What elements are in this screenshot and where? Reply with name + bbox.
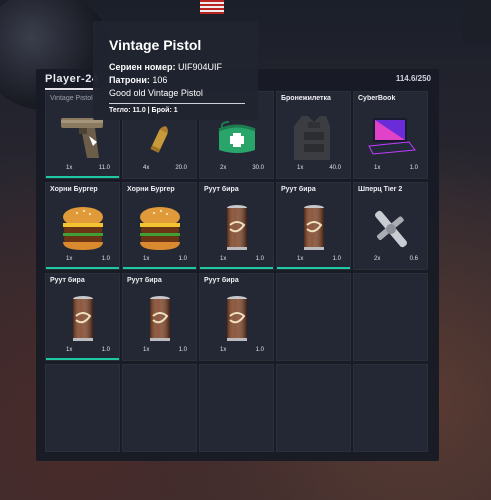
slot-item-name: Бронежилетка: [281, 95, 331, 102]
background-figure: [462, 0, 491, 44]
background-flag: [200, 0, 224, 14]
slot-item-name: Руут бира: [204, 186, 239, 193]
slot-count: 1x: [374, 165, 381, 171]
slot-weight: 40.0: [329, 165, 341, 171]
slot-weight: 11.0: [98, 165, 110, 171]
slot-durability-bar: [46, 358, 119, 360]
slot-item-name: Руут бира: [50, 277, 85, 284]
slot-count: 1x: [66, 165, 73, 171]
inventory-slot[interactable]: Шперц Tier 2 2x 0.6: [353, 182, 428, 270]
item-tooltip: Vintage Pistol Сериен номер: UIF904UIF П…: [93, 21, 258, 120]
empty-inventory-slot[interactable]: [45, 364, 120, 452]
tooltip-ammo-value: 106: [152, 75, 168, 85]
inventory-slot[interactable]: CyberBook 1x 1.0: [353, 91, 428, 179]
tooltip-ammo: Патрони: 106: [109, 74, 222, 87]
slot-count: 1x: [143, 347, 150, 353]
inventory-slot[interactable]: Хорни Бургер 1x 1.0: [45, 182, 120, 270]
tooltip-title: Vintage Pistol: [109, 37, 202, 53]
slot-count: 2x: [374, 256, 381, 262]
slot-durability-bar: [123, 267, 196, 269]
slot-durability-bar: [46, 176, 119, 178]
burger-icon: [134, 203, 186, 255]
tooltip-serial-label: Сериен номер:: [109, 62, 176, 72]
tooltip-serial-value: UIF904UIF: [177, 62, 222, 72]
empty-inventory-slot[interactable]: [353, 273, 428, 361]
slot-item-name: Руут бира: [281, 186, 316, 193]
slot-weight: 30.0: [252, 165, 264, 171]
can-icon: [134, 294, 186, 346]
tooltip-serial: Сериен номер: UIF904UIF: [109, 61, 222, 74]
slot-weight: 20.0: [175, 165, 187, 171]
tooltip-divider: [109, 103, 245, 104]
slot-weight: 1.0: [101, 256, 110, 262]
inventory-slot[interactable]: Руут бира 1x 1.0: [276, 182, 351, 270]
slot-item-name: Руут бира: [204, 277, 239, 284]
burger-icon: [57, 203, 109, 255]
slot-weight: 0.6: [409, 256, 418, 262]
can-icon: [211, 203, 263, 255]
inventory-grid: Vintage Pistol 1x 11.0 4x 20.0 2x 30.0 Бронежил…: [45, 91, 432, 452]
can-icon: [211, 294, 263, 346]
slot-item-name: CyberBook: [358, 95, 396, 102]
empty-inventory-slot[interactable]: [276, 273, 351, 361]
slot-weight: 1.0: [101, 347, 110, 353]
inventory-slot[interactable]: Руут бира 1x 1.0: [199, 273, 274, 361]
slot-durability-bar: [200, 267, 273, 269]
empty-inventory-slot[interactable]: [353, 364, 428, 452]
slot-durability-bar: [277, 267, 350, 269]
tooltip-description: Good old Vintage Pistol: [109, 88, 203, 98]
inventory-slot[interactable]: Руут бира 1x 1.0: [199, 182, 274, 270]
slot-count: 1x: [220, 347, 227, 353]
slot-count: 4x: [143, 165, 150, 171]
slot-count: 1x: [66, 256, 73, 262]
laptop-icon: [365, 112, 417, 164]
slot-weight: 1.0: [255, 347, 264, 353]
inventory-slot[interactable]: Руут бира 1x 1.0: [122, 273, 197, 361]
can-icon: [288, 203, 340, 255]
inventory-slot[interactable]: Руут бира 1x 1.0: [45, 273, 120, 361]
slot-count: 1x: [297, 256, 304, 262]
slot-weight: 1.0: [255, 256, 264, 262]
empty-inventory-slot[interactable]: [122, 364, 197, 452]
slot-count: 1x: [66, 347, 73, 353]
slot-weight: 1.0: [332, 256, 341, 262]
slot-item-name: Хорни Бургер: [127, 186, 175, 193]
slot-durability-bar: [46, 267, 119, 269]
inventory-slot[interactable]: Бронежилетка 1x 40.0: [276, 91, 351, 179]
player-name: Player-24: [45, 73, 99, 85]
slot-count: 1x: [220, 256, 227, 262]
inventory-weight: 114.6/250: [395, 74, 431, 83]
armor-icon: [288, 112, 340, 164]
tooltip-footer: Тегло: 11.0 | Брой: 1: [109, 107, 178, 114]
empty-inventory-slot[interactable]: [199, 364, 274, 452]
slot-weight: 1.0: [409, 165, 418, 171]
inventory-slot[interactable]: Хорни Бургер 1x 1.0: [122, 182, 197, 270]
slot-count: 1x: [297, 165, 304, 171]
can-icon: [57, 294, 109, 346]
tooltip-ammo-label: Патрони:: [109, 75, 150, 85]
lockpick-icon: [365, 203, 417, 255]
slot-item-name: Шперц Tier 2: [358, 186, 403, 193]
player-tab-underline: [45, 88, 100, 90]
tooltip-details: Сериен номер: UIF904UIF Патрони: 106 Goo…: [109, 61, 222, 100]
empty-inventory-slot[interactable]: [276, 364, 351, 452]
slot-count: 1x: [143, 256, 150, 262]
slot-weight: 1.0: [178, 347, 187, 353]
slot-count: 2x: [220, 165, 227, 171]
slot-item-name: Хорни Бургер: [50, 186, 98, 193]
inventory-panel: Player-24 114.6/250 Vintage Pistol 1x 11.0…: [36, 69, 439, 461]
slot-item-name: Руут бира: [127, 277, 162, 284]
slot-weight: 1.0: [178, 256, 187, 262]
